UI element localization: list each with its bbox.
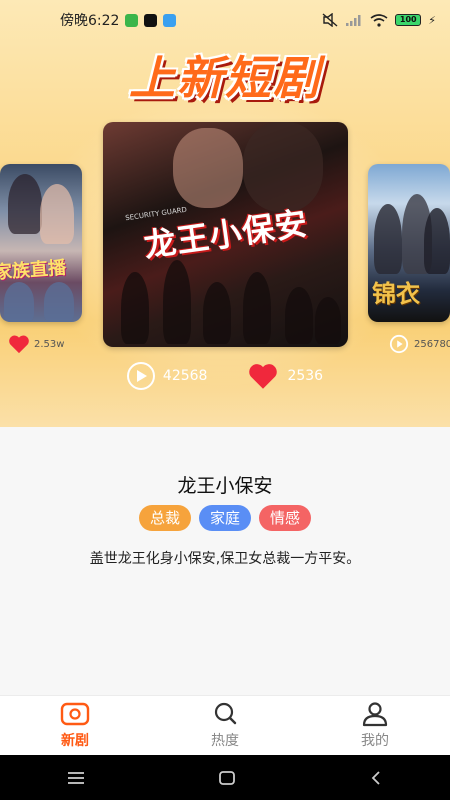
poster-right-title: 锦衣 [372,280,420,308]
tag-romance[interactable]: 情感 [259,505,312,531]
tiktok-icon [144,13,158,27]
battery-icon: 100 [395,14,422,26]
poster-left[interactable]: 家族直播 [0,164,82,322]
poster-figure [315,297,341,344]
poster-figure [121,272,149,344]
drama-title: 龙王小保安 [177,475,273,497]
status-time: 傍晚6:22 [60,13,120,29]
drama-tags: 总裁 家庭 情感 [0,505,450,531]
poster-figure [203,282,231,344]
wechat-icon [125,13,139,27]
message-icon [163,13,177,27]
poster-right[interactable]: 锦衣 [368,164,450,322]
poster-center-title: 龙王小保安 [141,204,311,265]
poster-figure [4,282,34,322]
poster-figure [243,272,271,344]
tag-ceo[interactable]: 总裁 [138,505,191,531]
like-count[interactable]: 2536 [247,362,323,390]
poster-left-likes: 2.53w [8,334,64,354]
tab-profile-label: 我的 [361,733,389,749]
play-icon [126,362,155,390]
poster-figure [424,208,450,274]
poster-figure [163,260,191,344]
home-icon[interactable] [218,770,236,786]
search-icon [214,702,237,725]
menu-icon[interactable] [67,771,85,785]
drama-description: 盖世龙王化身小保安,保卫女总裁一方平安。 [89,551,361,567]
bottom-tab-bar: 新剧 热度 我的 [0,695,450,755]
hero-title: 上新短剧 [129,51,321,105]
tab-new-drama-label: 新剧 [61,733,89,749]
poster-left-likes-count: 2.53w [34,338,65,350]
heart-icon [9,335,29,354]
drama-stats: 42568 2536 [0,362,450,390]
poster-figure [44,282,74,322]
status-bar: 傍晚6:22 100 ⚡ [0,0,450,40]
tag-family[interactable]: 家庭 [198,505,251,531]
play-icon [389,334,409,354]
drama-info: 龙王小保安 总裁 家庭 情感 盖世龙王化身小保安,保卫女总裁一方平安。 [0,427,450,695]
user-icon [362,702,388,727]
play-count-value: 42568 [162,368,208,384]
tab-trending-label: 热度 [211,733,239,749]
signal-icon [346,15,361,26]
poster-figure [173,128,243,208]
tv-icon [60,702,90,726]
poster-right-plays-count: 256780 [414,338,450,350]
wifi-icon [370,13,388,27]
poster-figure [374,204,402,274]
tab-profile[interactable]: 我的 [300,696,450,755]
poster-right-plays: 256780 [388,334,450,354]
poster-figure [8,174,42,234]
hero-banner: 傍晚6:22 100 ⚡ 上新短剧 家族直播 2.53w 龙王小保安 SECUR… [0,0,450,427]
tab-trending[interactable]: 热度 [150,696,300,755]
poster-left-title: 家族直播 [0,257,67,284]
poster-center[interactable]: 龙王小保安 SECURITY GUARD [103,122,348,347]
tab-new-drama[interactable]: 新剧 [0,696,150,755]
heart-icon[interactable] [247,362,279,390]
poster-figure [40,184,74,244]
back-icon[interactable] [369,770,383,786]
charging-icon: ⚡ [428,13,436,27]
system-nav-bar [0,755,450,800]
mute-icon [322,13,338,27]
play-count: 42568 [126,362,208,390]
poster-figure [285,287,313,344]
like-count-value: 2536 [287,368,324,384]
